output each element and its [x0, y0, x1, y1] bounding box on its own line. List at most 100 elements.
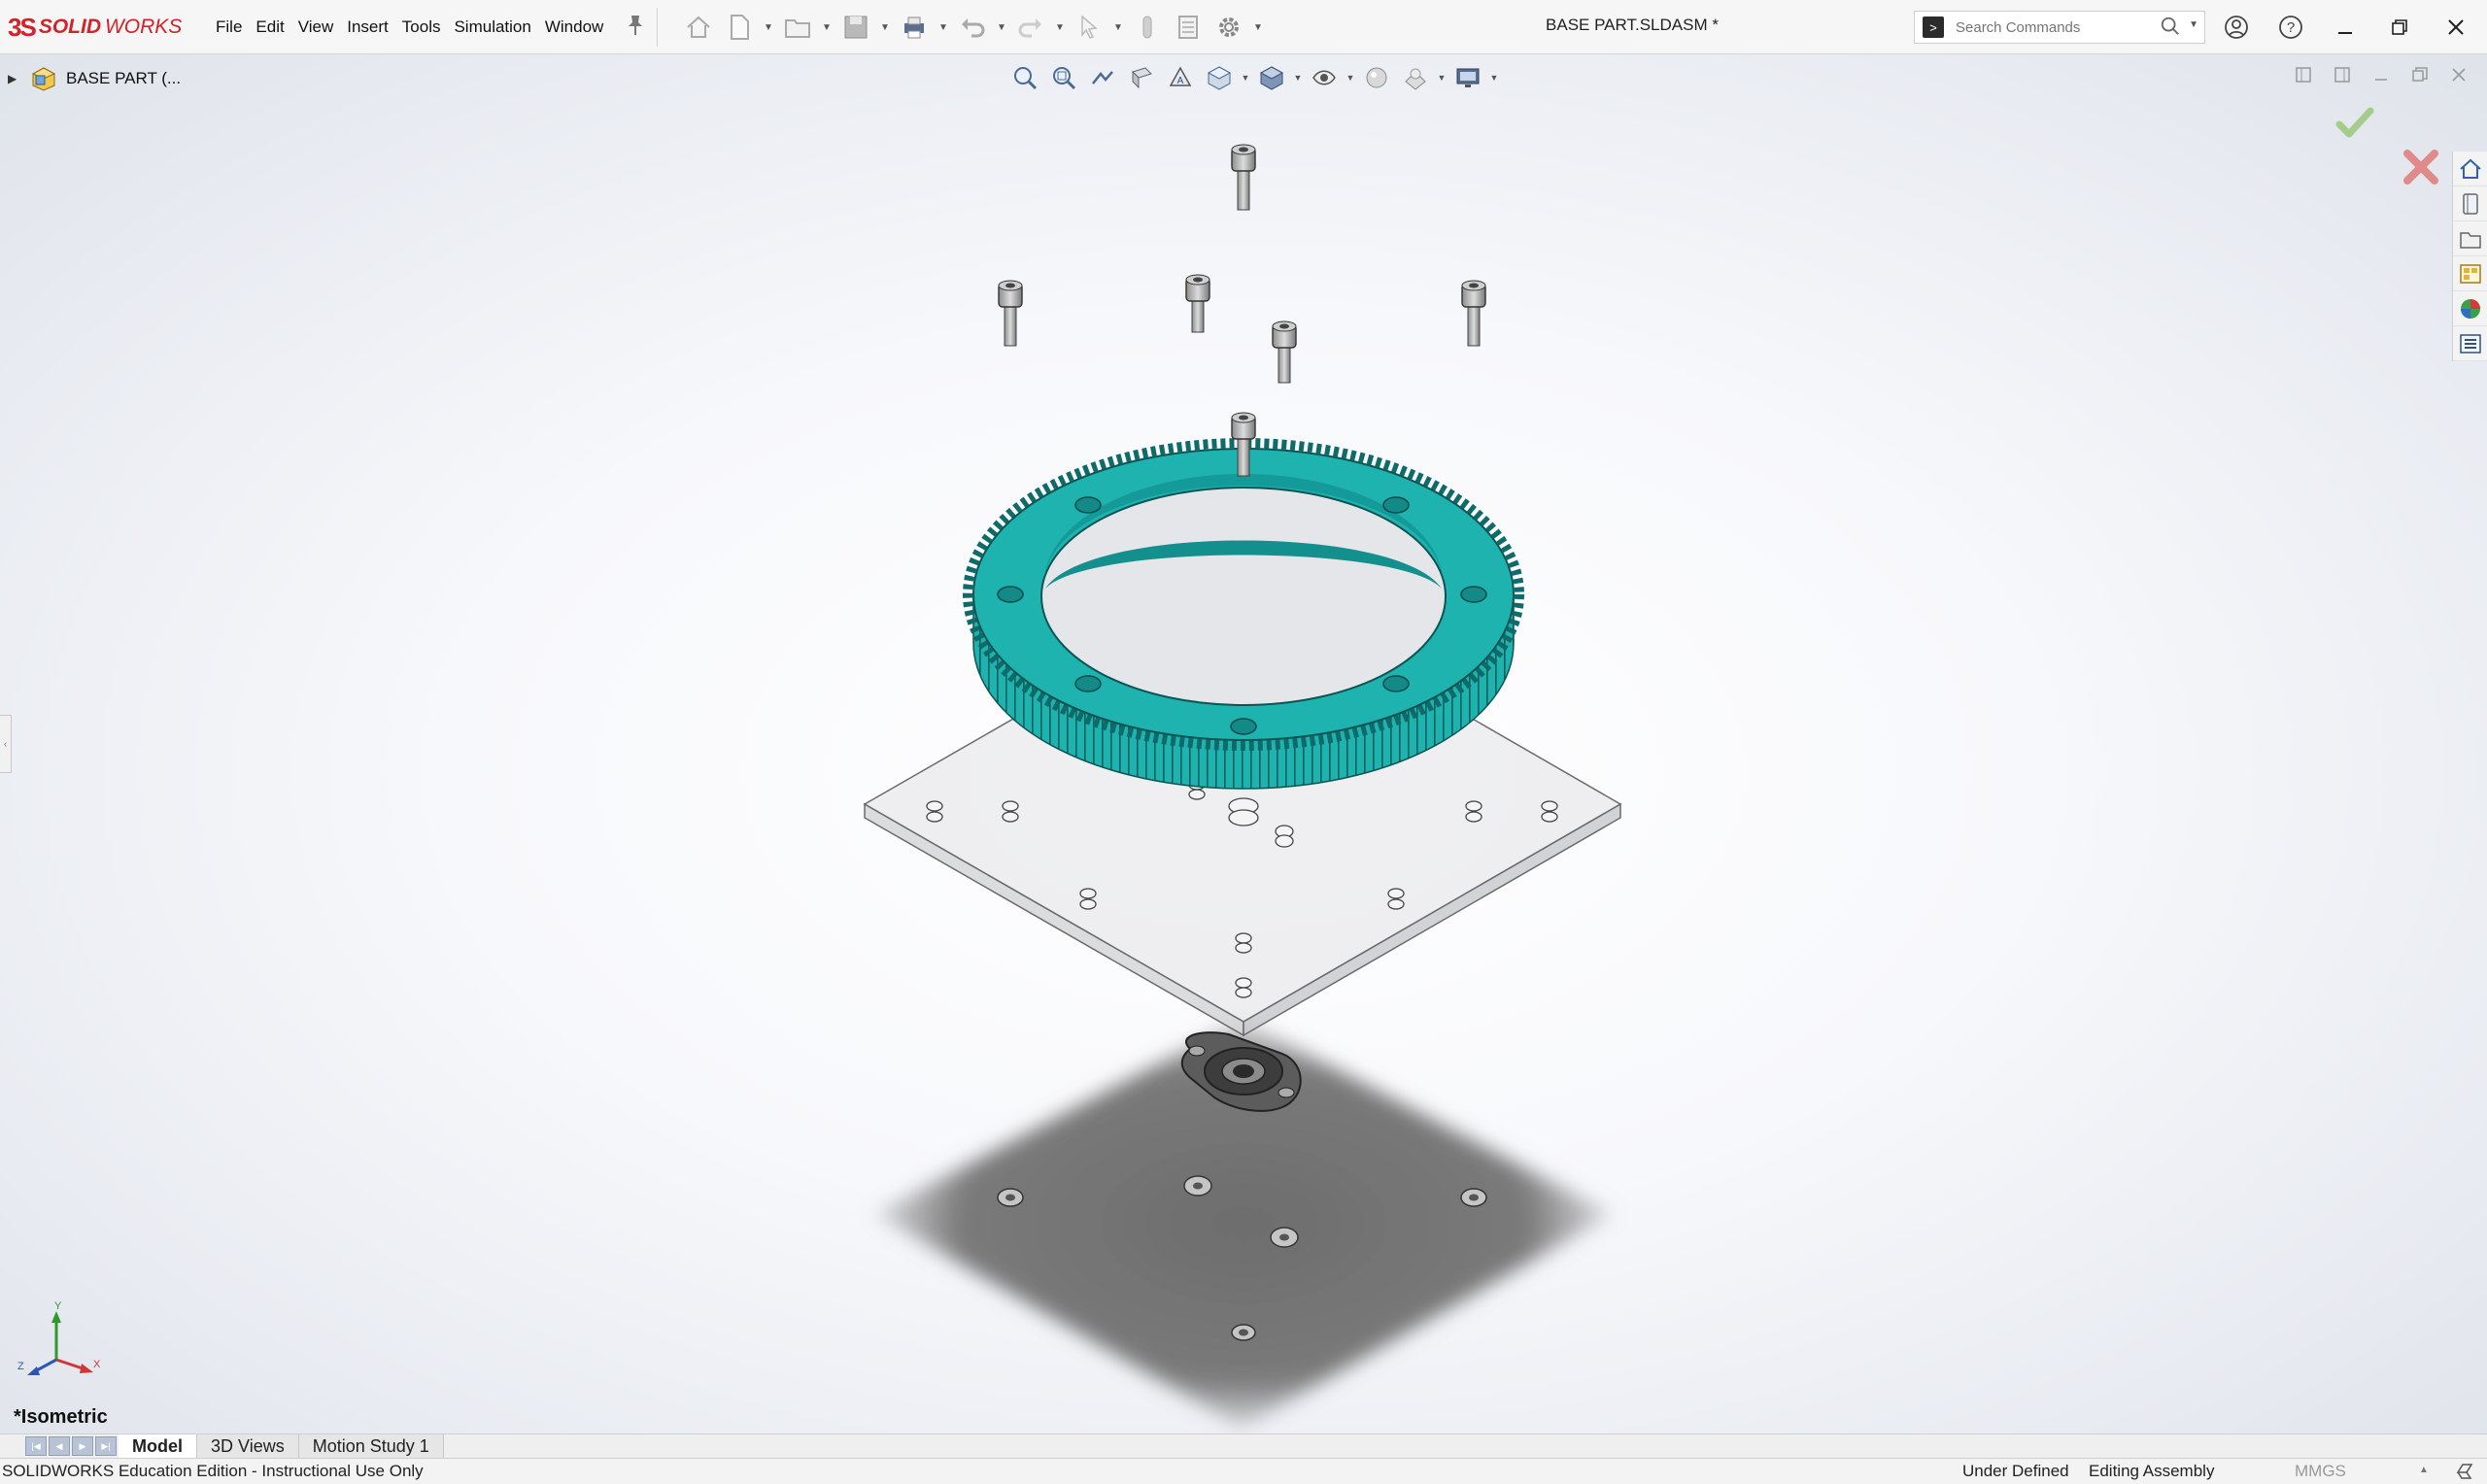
save-icon[interactable] — [837, 10, 874, 45]
tab-3d-views[interactable]: 3D Views — [197, 1434, 299, 1458]
menu-insert[interactable]: Insert — [340, 14, 395, 41]
view-settings-icon[interactable] — [1449, 60, 1486, 95]
cap-screw-2[interactable] — [998, 280, 1023, 347]
apply-scene-icon[interactable] — [1397, 60, 1434, 95]
redo-dropdown-icon[interactable]: ▼ — [1053, 10, 1067, 45]
cap-screw-4[interactable] — [1461, 280, 1486, 347]
status-bar: SOLIDWORKS Education Edition - Instructi… — [0, 1459, 2487, 1484]
file-explorer-icon[interactable] — [2453, 221, 2487, 256]
confirm-ok-icon[interactable] — [2332, 99, 2378, 146]
triad-x-label: X — [93, 1359, 101, 1370]
reference-triad: Y X Z — [17, 1301, 101, 1375]
search-input[interactable] — [1956, 18, 2150, 36]
menu-window[interactable]: Window — [538, 14, 610, 41]
view-settings-dropdown-icon[interactable]: ▼ — [1488, 73, 1500, 83]
menu-bar: File Edit View Insert Tools Simulation W… — [209, 14, 610, 41]
pin-menu-icon[interactable] — [626, 14, 647, 39]
search-dropdown-icon[interactable]: ▼ — [2189, 19, 2198, 30]
new-dropdown-icon[interactable]: ▼ — [762, 10, 775, 45]
close-window-icon[interactable] — [2436, 10, 2475, 45]
options-icon[interactable] — [1210, 10, 1247, 45]
view-orientation-icon[interactable] — [1201, 60, 1238, 95]
search-commands-box[interactable]: > ▼ — [1914, 11, 2205, 44]
zoom-to-fit-icon[interactable] — [1006, 60, 1043, 95]
tab-last-icon[interactable]: ▶| — [95, 1436, 117, 1456]
menu-edit[interactable]: Edit — [249, 14, 290, 41]
feature-tree-root[interactable]: ▶ BASE PART (... — [8, 62, 181, 95]
edit-appearance-icon[interactable] — [1358, 60, 1395, 95]
restore-window-icon[interactable] — [2380, 10, 2419, 45]
confirm-cancel-icon[interactable] — [2398, 144, 2444, 190]
minimize-window-icon[interactable] — [2326, 10, 2365, 45]
tab-motion-study-1[interactable]: Motion Study 1 — [298, 1434, 444, 1458]
feature-manager-collapse-handle[interactable]: ‹ — [0, 715, 12, 773]
new-document-icon[interactable] — [721, 10, 758, 45]
print-dropdown-icon[interactable]: ▼ — [937, 10, 950, 45]
previous-view-icon[interactable] — [1084, 60, 1121, 95]
undo-dropdown-icon[interactable]: ▼ — [995, 10, 1008, 45]
graphics-area[interactable]: ▶ BASE PART (... A ▼ ▼ ▼ ▼ ▼ ‹ Y X Z *Is… — [0, 54, 2487, 1433]
options-dropdown-icon[interactable]: ▼ — [1251, 10, 1265, 45]
tab-next-icon[interactable]: ▶ — [72, 1436, 93, 1456]
assembly-scene[interactable] — [0, 54, 2487, 1433]
rebuild-icon[interactable] — [1129, 10, 1166, 45]
hex-nut-3[interactable] — [1270, 1227, 1299, 1248]
ring-gear[interactable] — [963, 438, 1524, 790]
print-icon[interactable] — [896, 10, 933, 45]
cap-screw-3[interactable] — [1185, 274, 1210, 333]
viewport-minimize-icon[interactable] — [2365, 60, 2398, 89]
hex-nut-1[interactable] — [997, 1188, 1024, 1207]
tab-model[interactable]: Model — [119, 1434, 197, 1458]
split-view-right-icon[interactable] — [2326, 60, 2359, 89]
file-properties-icon[interactable] — [1170, 10, 1207, 45]
unit-system-dropdown-icon[interactable]: ▲ — [2419, 1465, 2429, 1475]
design-library-icon[interactable] — [2453, 186, 2487, 221]
search-icon[interactable] — [2160, 16, 2181, 43]
menu-file[interactable]: File — [209, 14, 249, 41]
solidworks-logo[interactable]: 3S SOLID WORKS — [8, 8, 182, 47]
save-dropdown-icon[interactable]: ▼ — [878, 10, 892, 45]
tab-first-icon[interactable]: |◀ — [25, 1436, 47, 1456]
custom-properties-icon[interactable] — [2453, 326, 2487, 361]
viewport-close-icon[interactable] — [2442, 60, 2475, 89]
tab-prev-icon[interactable]: ◀ — [49, 1436, 70, 1456]
undo-icon[interactable] — [954, 10, 991, 45]
display-style-dropdown-icon[interactable]: ▼ — [1292, 73, 1304, 83]
dynamic-annotation-icon[interactable]: A — [1162, 60, 1199, 95]
open-dropdown-icon[interactable]: ▼ — [820, 10, 834, 45]
appearances-icon[interactable] — [2453, 291, 2487, 326]
user-account-icon[interactable] — [2217, 10, 2256, 45]
zoom-to-area-icon[interactable] — [1045, 60, 1082, 95]
hide-show-items-icon[interactable] — [1306, 60, 1343, 95]
cap-screw-1[interactable] — [1231, 144, 1256, 211]
open-icon[interactable] — [779, 10, 816, 45]
triad-z-label: Z — [17, 1361, 24, 1372]
hide-show-dropdown-icon[interactable]: ▼ — [1345, 73, 1356, 83]
unit-system-selector[interactable]: MMGS — [2295, 1462, 2346, 1481]
redo-icon[interactable] — [1012, 10, 1049, 45]
triad-y-label: Y — [54, 1301, 62, 1312]
menu-view[interactable]: View — [291, 14, 341, 41]
help-icon[interactable]: ? — [2271, 10, 2310, 45]
display-style-icon[interactable] — [1253, 60, 1290, 95]
hex-nut-5[interactable] — [1231, 1324, 1256, 1341]
home-icon[interactable] — [680, 10, 717, 45]
split-view-icon[interactable] — [2287, 60, 2320, 89]
select-icon[interactable] — [1071, 10, 1107, 45]
viewport-restore-icon[interactable] — [2403, 60, 2436, 89]
section-view-icon[interactable] — [1123, 60, 1160, 95]
rebuild-status-icon[interactable] — [2454, 1461, 2475, 1482]
command-prompt-icon: > — [1923, 17, 1944, 38]
view-palette-icon[interactable] — [2453, 256, 2487, 291]
menu-tools[interactable]: Tools — [395, 14, 448, 41]
cap-screw-5[interactable] — [1272, 320, 1297, 384]
hex-nut-2[interactable] — [1183, 1175, 1212, 1197]
expand-arrow-icon[interactable]: ▶ — [8, 72, 21, 85]
svg-text:A: A — [1177, 76, 1184, 86]
menu-simulation[interactable]: Simulation — [447, 14, 537, 41]
view-orientation-dropdown-icon[interactable]: ▼ — [1240, 73, 1251, 83]
hex-nut-4[interactable] — [1460, 1188, 1487, 1207]
apply-scene-dropdown-icon[interactable]: ▼ — [1436, 73, 1448, 83]
select-dropdown-icon[interactable]: ▼ — [1111, 10, 1125, 45]
solidworks-resources-icon[interactable] — [2453, 152, 2487, 186]
